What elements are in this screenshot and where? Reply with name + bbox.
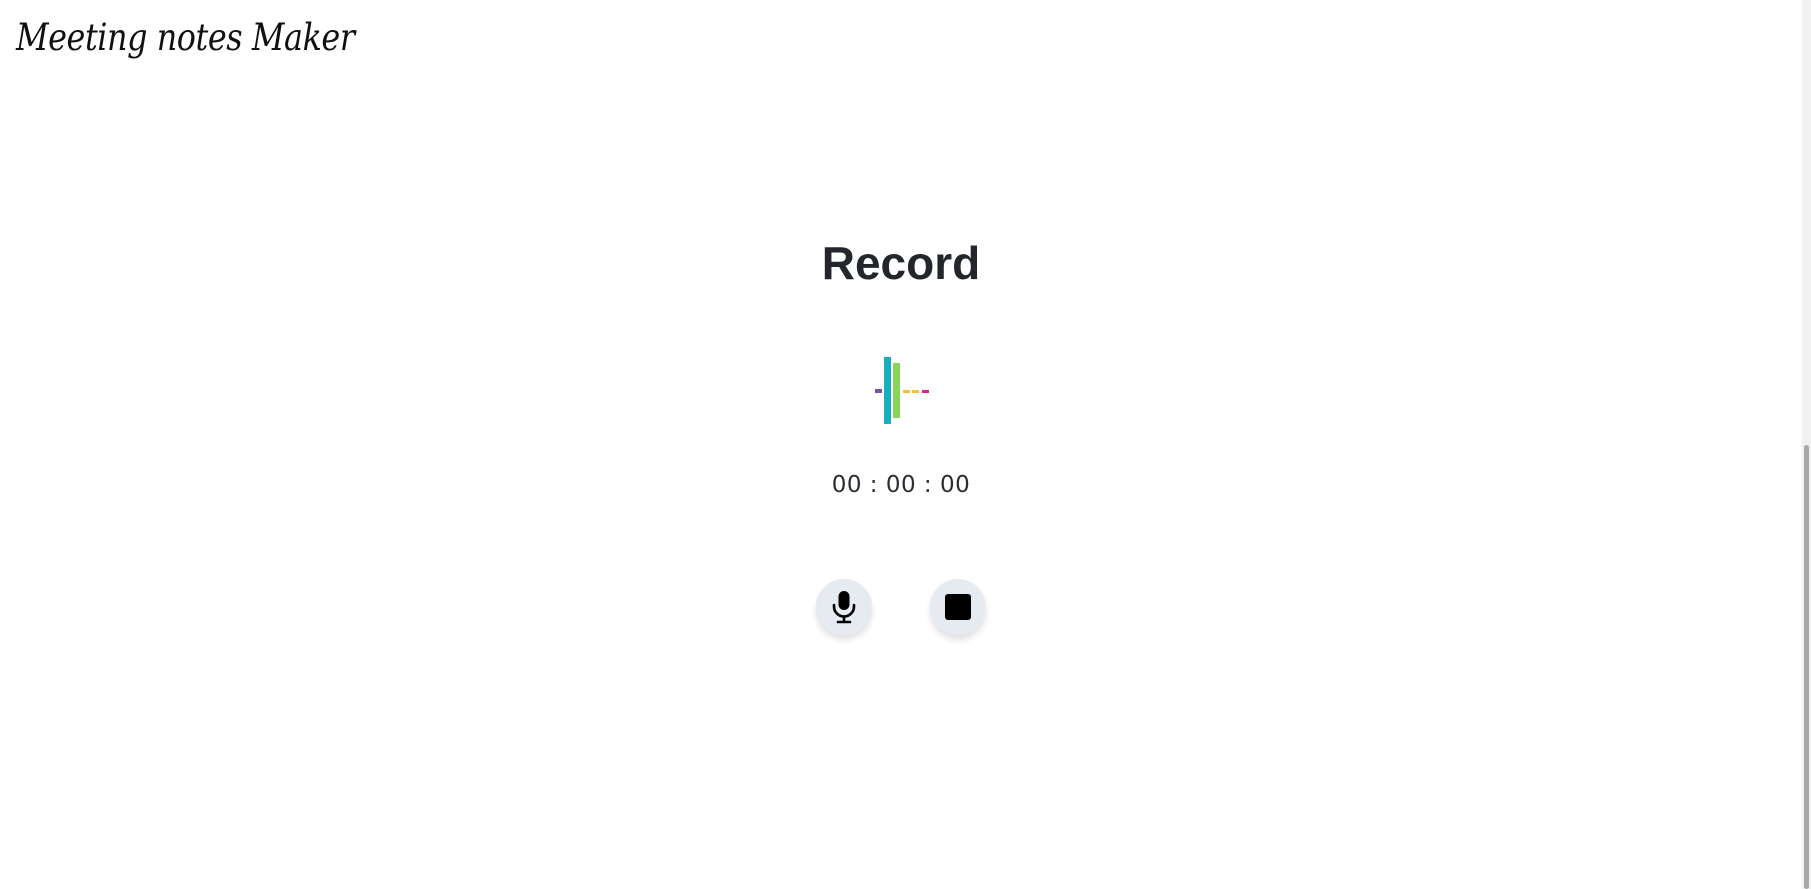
scrollbar-thumb[interactable] xyxy=(1804,445,1809,889)
stop-icon xyxy=(945,594,971,620)
visualizer-bar xyxy=(875,389,882,393)
record-title: Record xyxy=(821,237,981,289)
audio-visualizer xyxy=(870,355,934,427)
app-brand-title: Meeting notes Maker xyxy=(16,16,355,59)
visualizer-bar xyxy=(884,357,891,424)
page: Meeting notes Maker Record 00 : 00 : 00 xyxy=(0,0,1811,889)
microphone-icon xyxy=(832,591,856,624)
visualizer-bar xyxy=(922,390,929,393)
visualizer-bar xyxy=(893,363,900,418)
vertical-scrollbar[interactable] xyxy=(1802,0,1811,889)
stop-recording-button[interactable] xyxy=(930,579,986,635)
visualizer-bar xyxy=(912,390,919,393)
visualizer-bar xyxy=(903,390,910,393)
recording-timer: 00 : 00 : 00 xyxy=(831,472,971,498)
start-recording-button[interactable] xyxy=(816,579,872,635)
